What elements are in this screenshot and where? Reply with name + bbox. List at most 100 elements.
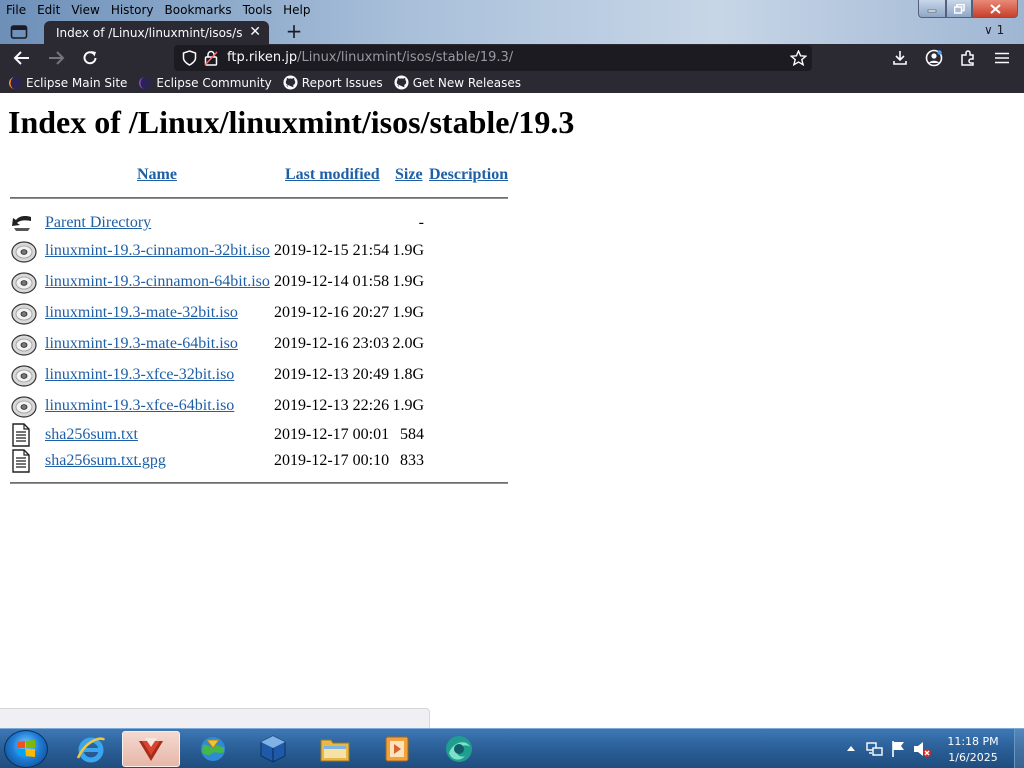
- arrow-left-icon: [13, 51, 29, 65]
- tracking-shield-icon[interactable]: [182, 50, 197, 66]
- sort-by-size-link[interactable]: Size: [395, 166, 423, 184]
- extensions-button[interactable]: [958, 48, 978, 68]
- arrow-right-icon: [49, 51, 65, 65]
- file-link[interactable]: linuxmint-19.3-mate-32bit.iso: [45, 304, 238, 322]
- puzzle-piece-icon: [961, 50, 974, 66]
- back-icon: [12, 216, 31, 231]
- bookmark-report-issues[interactable]: Report Issues: [283, 75, 383, 90]
- browser-icon: [446, 736, 472, 762]
- table-row: linuxmint-19.3-mate-32bit.iso 2019-12-16…: [0, 301, 520, 327]
- text-file-icon: [12, 423, 30, 447]
- menu-view[interactable]: View: [65, 3, 104, 17]
- bookmark-eclipse-main-site[interactable]: Eclipse Main Site: [8, 76, 127, 90]
- network-icon[interactable]: [866, 740, 884, 758]
- parent-directory-link[interactable]: Parent Directory: [45, 214, 151, 232]
- github-icon: [394, 75, 409, 90]
- file-link[interactable]: linuxmint-19.3-cinnamon-64bit.iso: [45, 273, 270, 291]
- volume-muted-icon[interactable]: [912, 740, 932, 758]
- show-hidden-icons-icon[interactable]: [846, 744, 856, 752]
- hamburger-menu-icon: [995, 52, 1009, 64]
- url-host: ftp.riken.jp: [227, 50, 298, 65]
- file-link[interactable]: sha256sum.txt: [45, 426, 138, 444]
- sort-by-description-link[interactable]: Description: [429, 166, 508, 184]
- sort-by-last-modified-link[interactable]: Last modified: [285, 166, 380, 184]
- tab-active[interactable]: Index of /Linux/linuxmint/isos/stable/19…: [44, 21, 269, 44]
- file-link[interactable]: linuxmint-19.3-xfce-32bit.iso: [45, 366, 234, 384]
- table-row: linuxmint-19.3-xfce-32bit.iso 2019-12-13…: [0, 363, 520, 389]
- action-center-flag-icon[interactable]: [890, 740, 906, 758]
- clock-date: 1/6/2025: [948, 751, 998, 764]
- taskbar-browser[interactable]: [430, 731, 488, 767]
- account-button[interactable]: [924, 48, 944, 68]
- close-icon: [989, 3, 1001, 14]
- bookmark-get-new-releases[interactable]: Get New Releases: [394, 75, 521, 90]
- taskbar-internet-explorer[interactable]: [62, 731, 120, 767]
- sort-by-name-link[interactable]: Name: [137, 166, 177, 184]
- downloads-button[interactable]: [890, 48, 910, 68]
- tab-count: 1: [996, 23, 1005, 37]
- tab-title: Index of /Linux/linuxmint/isos/stable/19…: [56, 25, 242, 40]
- file-modified: 2019-12-16 20:27: [274, 304, 390, 321]
- link-status-bar: [0, 708, 430, 728]
- bookmark-star-icon[interactable]: [790, 50, 807, 66]
- bookmark-eclipse-community[interactable]: Eclipse Community: [138, 76, 272, 90]
- minimize-icon: [927, 9, 937, 12]
- menu-tools[interactable]: Tools: [237, 3, 278, 17]
- file-modified: 2019-12-13 20:49: [274, 366, 390, 383]
- menu-help[interactable]: Help: [277, 3, 315, 17]
- menu-history[interactable]: History: [105, 3, 159, 17]
- tab-close-icon[interactable]: ✕: [249, 24, 261, 40]
- insecure-lock-icon[interactable]: [204, 50, 218, 66]
- bookmark-label: Eclipse Main Site: [26, 75, 128, 90]
- file-link[interactable]: linuxmint-19.3-mate-64bit.iso: [45, 335, 238, 353]
- file-link[interactable]: linuxmint-19.3-cinnamon-32bit.iso: [45, 242, 270, 260]
- menu-edit[interactable]: Edit: [31, 3, 65, 17]
- globe-download-icon: [201, 737, 225, 761]
- reload-button[interactable]: [80, 48, 100, 68]
- internet-explorer-icon: [76, 737, 106, 763]
- eclipse-icon: [139, 76, 152, 89]
- file-modified: 2019-12-15 21:54: [274, 242, 390, 259]
- forward-button[interactable]: [46, 48, 66, 68]
- file-explorer-icon: [320, 739, 350, 762]
- tab-list-button[interactable]: [8, 22, 30, 42]
- back-button[interactable]: [12, 48, 32, 68]
- taskbar-download-manager[interactable]: [184, 731, 242, 767]
- menu-bookmarks[interactable]: Bookmarks: [159, 3, 237, 17]
- table-row: linuxmint-19.3-cinnamon-32bit.iso 2019-1…: [0, 239, 520, 265]
- file-size: 1.9G: [392, 304, 424, 321]
- start-button[interactable]: [4, 730, 48, 768]
- bookmark-label: Report Issues: [301, 75, 383, 90]
- taskbar-file-explorer[interactable]: [306, 731, 364, 767]
- close-window-button[interactable]: [972, 0, 1018, 18]
- menu-file[interactable]: File: [0, 3, 31, 17]
- url-path: /Linux/linuxmint/isos/stable/19.3/: [297, 50, 514, 65]
- taskbar-media-player[interactable]: [368, 731, 426, 767]
- taskbar-app-active[interactable]: [122, 731, 180, 767]
- url-text[interactable]: ftp.riken.jp/Linux/linuxmint/isos/stable…: [227, 50, 513, 65]
- minimize-button[interactable]: [918, 0, 946, 18]
- navigation-toolbar: ftp.riken.jp/Linux/linuxmint/isos/stable…: [0, 44, 1024, 72]
- chevron-down-icon: ∨: [984, 23, 993, 37]
- file-link[interactable]: linuxmint-19.3-xfce-64bit.iso: [45, 397, 234, 415]
- disc-icon: [11, 334, 37, 356]
- list-all-tabs-button[interactable]: ∨ 1: [984, 23, 1004, 37]
- new-tab-button[interactable]: +: [283, 21, 305, 43]
- github-icon: [283, 75, 298, 90]
- virtualbox-icon: [260, 735, 286, 763]
- taskbar: 11:18 PM 1/6/2025: [0, 728, 1024, 768]
- app-menu-button[interactable]: [992, 48, 1012, 68]
- address-bar[interactable]: ftp.riken.jp/Linux/linuxmint/isos/stable…: [174, 45, 812, 71]
- menu-bar: File Edit View History Bookmarks Tools H…: [0, 0, 316, 20]
- app-icon: [139, 738, 163, 761]
- file-size: 1.9G: [392, 242, 424, 259]
- file-modified: 2019-12-17 00:10: [274, 452, 390, 469]
- taskbar-virtualbox[interactable]: [244, 731, 302, 767]
- disc-icon: [11, 365, 37, 387]
- file-size: 2.0G: [392, 335, 424, 352]
- file-modified: 2019-12-17 00:01: [274, 426, 390, 443]
- show-desktop-button[interactable]: [1014, 729, 1024, 768]
- file-link[interactable]: sha256sum.txt.gpg: [45, 452, 166, 470]
- system-clock[interactable]: 11:18 PM 1/6/2025: [937, 734, 1009, 766]
- restore-button[interactable]: [946, 0, 972, 18]
